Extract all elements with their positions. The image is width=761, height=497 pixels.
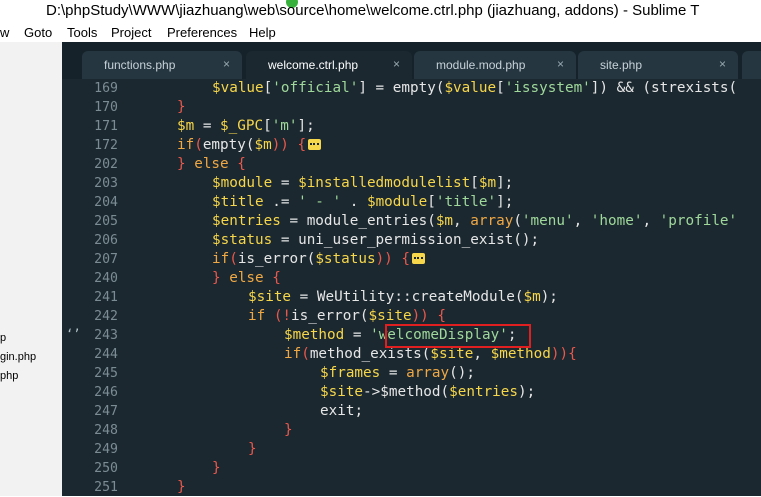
sidebar-file[interactable]: p	[0, 332, 6, 344]
line-number: 246	[94, 385, 118, 400]
code-line: $frames = array();	[320, 365, 475, 381]
tab-site[interactable]: site.php ×	[578, 51, 738, 79]
tab-welcome[interactable]: welcome.ctrl.php ×	[246, 51, 412, 79]
line-gutter: 169 170 171 172 202 203 204 205 206 207 240 241 242 2…	[62, 79, 122, 496]
sidebar-file[interactable]: php	[0, 370, 18, 382]
sidebar-file[interactable]: gin.php	[0, 351, 36, 363]
code-line: $title .= ' - ' . $module['title'];	[212, 194, 514, 210]
menu-view[interactable]: w	[0, 25, 9, 40]
menu-bar: w Goto Tools Project Preferences Help	[0, 22, 761, 42]
line-number: 248	[94, 423, 118, 438]
line-number: 244	[94, 347, 118, 362]
tab-module[interactable]: module.mod.php ×	[414, 51, 576, 79]
line-number: 249	[94, 442, 118, 457]
close-icon[interactable]: ×	[557, 57, 564, 71]
fold-marker[interactable]	[308, 138, 322, 150]
line-number: 242	[94, 309, 118, 324]
code-line: }	[177, 99, 186, 115]
close-icon[interactable]: ×	[393, 57, 400, 71]
code-line: }	[284, 422, 293, 438]
tab-label: module.mod.php	[436, 58, 526, 72]
line-number: 240	[94, 271, 118, 286]
line-number: 241	[94, 290, 118, 305]
tab-overflow[interactable]	[742, 51, 761, 79]
code-line: $site = WeUtility::createModule($m);	[248, 289, 558, 305]
code-line: }	[177, 479, 186, 495]
menu-goto[interactable]: Goto	[24, 25, 52, 40]
code-line: }	[212, 460, 221, 476]
line-number: 247	[94, 404, 118, 419]
code-line: $value['official'] = empty($value['issys…	[212, 80, 738, 96]
bookmark-icon[interactable]: ‘’	[66, 327, 80, 341]
line-number: 206	[94, 233, 118, 248]
code-line: $site->$method($entries);	[320, 384, 536, 400]
code-line: } else {	[212, 270, 281, 286]
line-number: 243	[94, 328, 118, 343]
line-number: 203	[94, 176, 118, 191]
line-number: 205	[94, 214, 118, 229]
window-title: D:\phpStudy\WWW\jiazhuang\web\source\hom…	[46, 2, 700, 19]
tab-bar: functions.php × welcome.ctrl.php × modul…	[62, 42, 761, 79]
code-line: } else {	[177, 156, 246, 172]
line-number: 207	[94, 252, 118, 267]
tab-label: site.php	[600, 58, 643, 72]
close-icon[interactable]: ×	[719, 57, 726, 71]
code-line: $m = $_GPC['m'];	[177, 118, 315, 134]
code-line: $status = uni_user_permission_exist();	[212, 232, 540, 248]
line-number: 204	[94, 195, 118, 210]
close-icon[interactable]: ×	[223, 57, 230, 71]
title-bar: D:\phpStudy\WWW\jiazhuang\web\source\hom…	[0, 0, 761, 22]
menu-help[interactable]: Help	[249, 25, 276, 40]
line-number: 169	[94, 81, 118, 96]
menu-preferences[interactable]: Preferences	[167, 25, 237, 40]
line-number: 172	[94, 138, 118, 153]
line-number: 250	[94, 461, 118, 476]
editor: functions.php × welcome.ctrl.php × modul…	[62, 42, 761, 496]
line-number: 171	[94, 119, 118, 134]
sidebar: p gin.php php	[0, 42, 62, 496]
tab-label: welcome.ctrl.php	[268, 58, 359, 72]
line-number: 251	[94, 480, 118, 495]
code-line: }	[248, 441, 257, 457]
highlight-box	[385, 324, 531, 348]
code-line: if(is_error($status)) {	[212, 250, 426, 269]
menu-project[interactable]: Project	[111, 25, 151, 40]
fold-marker[interactable]	[412, 252, 426, 264]
code-line: $module = $installedmodulelist[$m];	[212, 175, 514, 191]
code-line: exit;	[320, 403, 364, 419]
line-number: 170	[94, 100, 118, 115]
code-line: $entries = module_entries($m, array('men…	[212, 213, 738, 229]
code-line: if(empty($m)) {	[177, 136, 322, 155]
line-number: 202	[94, 157, 118, 172]
code-area[interactable]: $value['official'] = empty($value['issys…	[122, 79, 761, 496]
tab-functions[interactable]: functions.php ×	[82, 51, 242, 79]
menu-tools[interactable]: Tools	[67, 25, 97, 40]
tab-label: functions.php	[104, 58, 176, 72]
line-number: 245	[94, 366, 118, 381]
